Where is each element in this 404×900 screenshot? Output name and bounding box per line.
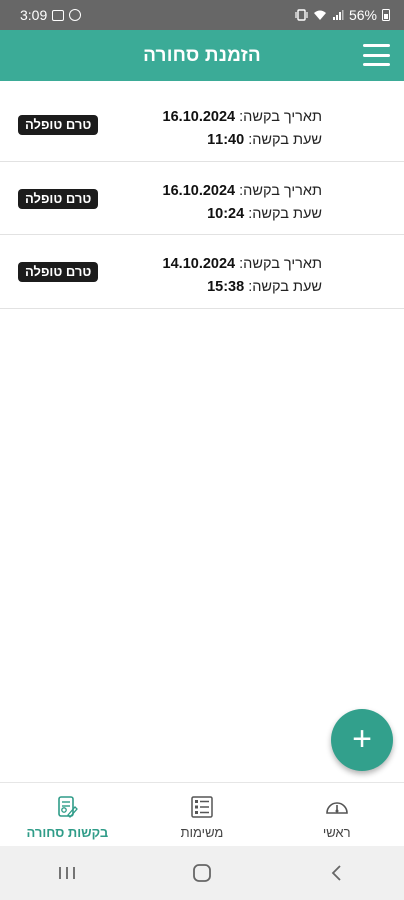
request-time-label: שעת בקשה: [248,205,322,222]
request-date-label: תאריך בקשה: [239,182,322,199]
requests-list: תאריך בקשה: 16.10.2024 שעת בקשה: 11:40 ט… [0,88,404,309]
app-notification-icon [69,9,82,21]
nav-label: ראשי [322,825,351,840]
request-list-item[interactable]: תאריך בקשה: 16.10.2024 שעת בקשה: 10:24 ט… [0,162,404,235]
clock: 3:09 [20,7,48,23]
request-time-value: 11:40 [207,132,245,148]
request-date-value: 16.10.2024 [162,182,236,199]
request-time-value: 10:24 [207,205,245,222]
nav-label: משימות [180,825,224,840]
nav-item-home[interactable]: ראשי [269,783,404,846]
recent-apps-icon [59,867,76,879]
request-details: תאריך בקשה: 14.10.2024 שעת בקשה: 15:38 [163,253,322,299]
status-badge: טרם טופלה [18,262,99,282]
menu-line-icon [363,63,390,66]
add-request-button[interactable]: + [331,709,393,771]
system-navigation-bar [0,846,404,900]
request-details: תאריך בקשה: 16.10.2024 שעת בקשה: 11:40 [163,106,322,152]
nav-item-goods-requests[interactable]: בקשות סחורה [0,783,135,846]
request-time-line: שעת בקשה: 15:38 [163,276,322,299]
back-chevron-icon [331,865,341,881]
back-button[interactable] [307,858,367,888]
app-bar: הזמנת סחורה [0,30,404,81]
plus-icon: + [352,719,372,758]
tasks-icon [191,796,213,818]
dashboard-gauge-icon [325,802,348,814]
request-date-line: תאריך בקשה: 14.10.2024 [163,253,322,276]
nav-label: בקשות סחורה [26,825,109,840]
goods-request-icon [58,796,79,818]
recent-apps-button[interactable] [37,858,97,888]
request-list-item[interactable]: תאריך בקשה: 16.10.2024 שעת בקשה: 11:40 ט… [0,88,404,162]
status-bar: 3:09 56% [0,0,404,30]
battery-icon [382,9,390,21]
vibrate-icon [295,9,308,21]
status-badge: טרם טופלה [18,115,99,135]
page-title: הזמנת סחורה [143,44,261,66]
wifi-icon [313,10,326,20]
request-list-item[interactable]: תאריך בקשה: 14.10.2024 שעת בקשה: 15:38 ט… [0,235,404,309]
request-date-label: תאריך בקשה: [239,256,322,272]
menu-line-icon [363,53,390,57]
request-time-value: 15:38 [207,279,245,295]
home-icon [193,864,211,882]
signal-icon [332,10,344,20]
request-date-line: תאריך בקשה: 16.10.2024 [163,180,322,203]
request-date-value: 14.10.2024 [162,256,236,272]
menu-line-icon [363,44,390,47]
status-badge: טרם טופלה [18,188,99,209]
nav-item-tasks[interactable]: משימות [135,783,270,846]
request-date-value: 16.10.2024 [162,109,236,125]
bottom-navigation: בקשות סחורה משימות ראשי [0,782,404,846]
status-right: 56% [295,7,390,23]
battery-percent: 56% [348,7,377,23]
request-date-label: תאריך בקשה: [239,109,322,125]
request-details: תאריך בקשה: 16.10.2024 שעת בקשה: 10:24 [163,180,322,226]
hamburger-menu-button[interactable] [363,44,390,66]
request-date-line: תאריך בקשה: 16.10.2024 [163,106,322,129]
request-time-label: שעת בקשה: [248,279,322,295]
request-time-line: שעת בקשה: 11:40 [163,129,322,152]
request-time-line: שעת בקשה: 10:24 [163,203,322,226]
request-time-label: שעת בקשה: [248,132,322,148]
gallery-notification-icon [52,9,65,21]
status-left: 3:09 [20,7,82,23]
home-button[interactable] [172,858,232,888]
